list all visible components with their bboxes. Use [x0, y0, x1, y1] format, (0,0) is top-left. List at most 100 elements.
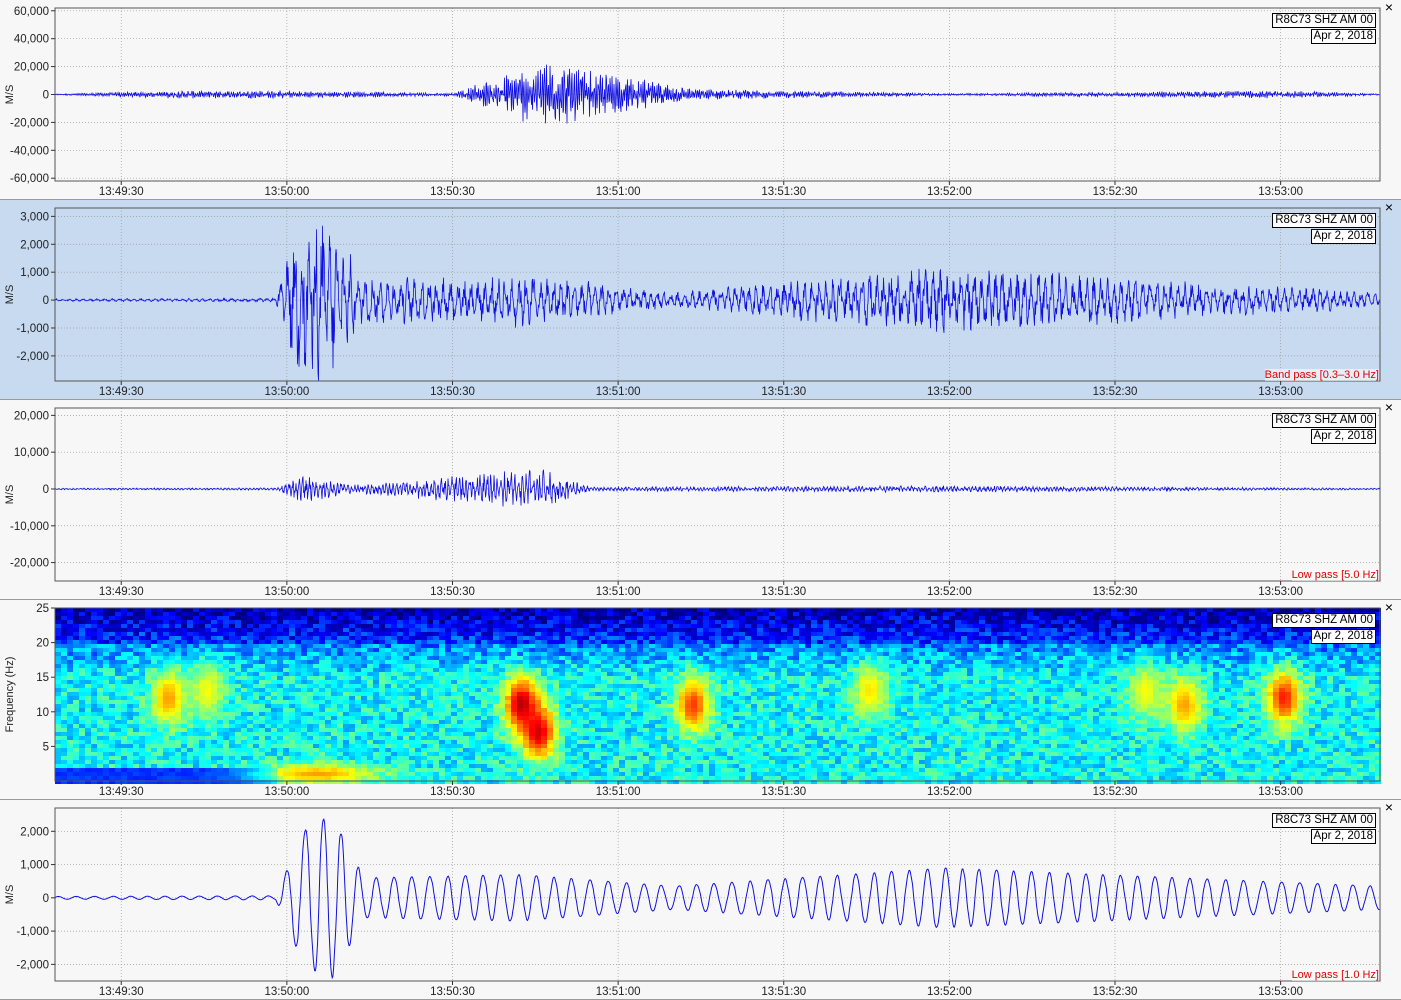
spectrogram-cell — [1129, 664, 1135, 668]
spectrogram-cell — [1237, 660, 1243, 664]
spectrogram-cell — [637, 664, 643, 668]
spectrogram-cell — [91, 636, 97, 640]
spectrogram-cell — [1183, 656, 1189, 660]
spectrogram-cell — [553, 656, 559, 660]
spectrogram-cell — [757, 668, 763, 672]
trace-plot-1[interactable]: 60,00040,00020,0000-20,000-40,000-60,000… — [0, 0, 1401, 200]
spectrogram-cell — [103, 628, 109, 632]
spectrogram-cell — [1069, 636, 1075, 640]
spectrogram-cell — [337, 688, 343, 692]
spectrogram-cell — [829, 656, 835, 660]
spectrogram-cell — [1099, 652, 1105, 656]
spectrogram-cell — [385, 688, 391, 692]
spectrogram-cell — [1099, 616, 1105, 620]
spectrogram-cell — [1285, 632, 1291, 636]
spectrogram-cell — [223, 648, 229, 652]
spectrogram-cell — [67, 612, 73, 616]
x-tick-label: 13:50:00 — [264, 186, 309, 198]
spectrogram-cell — [835, 636, 841, 640]
spectrogram-cell — [667, 648, 673, 652]
spectrogram-cell — [991, 656, 997, 660]
spectrogram-cell — [1267, 676, 1273, 680]
spectrogram-cell — [505, 680, 511, 684]
spectrogram-cell — [1315, 608, 1321, 612]
spectrogram-cell — [679, 620, 685, 624]
spectrogram-cell — [445, 620, 451, 624]
spectrogram-cell — [991, 684, 997, 688]
spectrogram-cell — [205, 672, 211, 676]
trace-panel-1[interactable]: 60,000 40,000 20,000 0 -20,000 -40,000 -60,000… — [0, 0, 1401, 200]
spectrogram-cell — [343, 640, 349, 644]
spectrogram-cell — [259, 632, 265, 636]
spectrogram-cell — [541, 644, 547, 648]
spectrogram-cell — [349, 620, 355, 624]
spectrogram-cell — [151, 636, 157, 640]
spectrogram-cell — [181, 624, 187, 628]
spectrogram-cell — [211, 620, 217, 624]
spectrogram-cell — [1087, 676, 1093, 680]
spectrogram-cell — [1051, 616, 1057, 620]
spectrogram-cell — [925, 676, 931, 680]
spectrogram-cell — [1201, 652, 1207, 656]
spectrogram-cell — [421, 608, 427, 612]
spectrogram-cell — [1057, 640, 1063, 644]
close-icon[interactable]: × — [1383, 400, 1395, 414]
spectrogram-cell — [1339, 644, 1345, 648]
spectrogram-cell — [841, 628, 847, 632]
spectrogram-cell — [259, 676, 265, 680]
spectrogram-cell — [367, 676, 373, 680]
spectrogram-cell — [1081, 648, 1087, 652]
spectrogram-cell — [709, 616, 715, 620]
spectrogram-cell — [235, 652, 241, 656]
spectrogram-cell — [595, 620, 601, 624]
spectrogram-cell — [805, 676, 811, 680]
spectrogram-cell — [727, 628, 733, 632]
spectrogram-cell — [1357, 664, 1363, 668]
trace-panel-2[interactable]: 3,000 2,000 1,000 0 -1,000 -2,000 13:49:30 13:5… — [0, 200, 1401, 400]
spectrogram-cell — [349, 616, 355, 620]
spectrogram-cell — [283, 656, 289, 660]
spectrogram-cell — [475, 648, 481, 652]
spectrogram-cell — [1117, 672, 1123, 676]
spectrogram-cell — [997, 644, 1003, 648]
spectrogram-cell — [109, 648, 115, 652]
trace-plot-2[interactable]: 3,0002,0001,0000-1,000-2,00013:49:30 13:5… — [0, 200, 1401, 400]
spectrogram-cell — [181, 672, 187, 676]
spectrogram-cell — [1219, 676, 1225, 680]
spectrogram-cell — [325, 688, 331, 692]
close-icon[interactable]: × — [1383, 200, 1395, 214]
spectrogram-cell — [961, 664, 967, 668]
spectrogram-cell — [907, 624, 913, 628]
spectrogram-cell — [457, 632, 463, 636]
spectrogram-cell — [661, 672, 667, 676]
spectrogram-cell — [511, 620, 517, 624]
spectrogram-cell — [373, 640, 379, 644]
spectrogram-cell — [1165, 640, 1171, 644]
trace-plot-4[interactable]: 25201510513:49:30 13:50:00 13:50:30 13:51:0… — [0, 600, 1401, 800]
spectrogram-cell — [235, 684, 241, 688]
spectrogram-cell — [307, 612, 313, 616]
trace-plot-3[interactable]: 20,00010,0000-10,000-20,00013:49:30 13:50… — [0, 400, 1401, 600]
spectrogram-cell — [1045, 624, 1051, 628]
trace-panel-3[interactable]: 20,000 10,000 0 -10,000 -20,000 13:49:30 13:50… — [0, 400, 1401, 600]
spectrogram-cell — [169, 612, 175, 616]
spectrogram-cell — [1201, 656, 1207, 660]
spectrogram-cell — [517, 672, 523, 676]
spectrogram-cell — [1117, 648, 1123, 652]
spectrogram-cell — [937, 664, 943, 668]
spectrogram-cell — [1351, 648, 1357, 652]
spectrogram-cell — [1075, 644, 1081, 648]
spectrogram-cell — [121, 680, 127, 684]
spectrogram-cell — [613, 640, 619, 644]
spectrogram-cell — [985, 648, 991, 652]
close-icon[interactable]: × — [1383, 0, 1395, 14]
spectrogram-cell — [805, 620, 811, 624]
spectrogram-cell — [565, 664, 571, 668]
spectrogram-cell — [349, 672, 355, 676]
spectrogram-cell — [649, 612, 655, 616]
spectrogram-cell — [475, 620, 481, 624]
spectrogram-cell — [679, 668, 685, 672]
spectrogram-cell — [313, 688, 319, 692]
spectrogram-cell — [283, 672, 289, 676]
trace-panel-4[interactable]: 25 20 15 10 5 13:49:30 13:50:00 13:50:30 13:51:0… — [0, 600, 1401, 800]
